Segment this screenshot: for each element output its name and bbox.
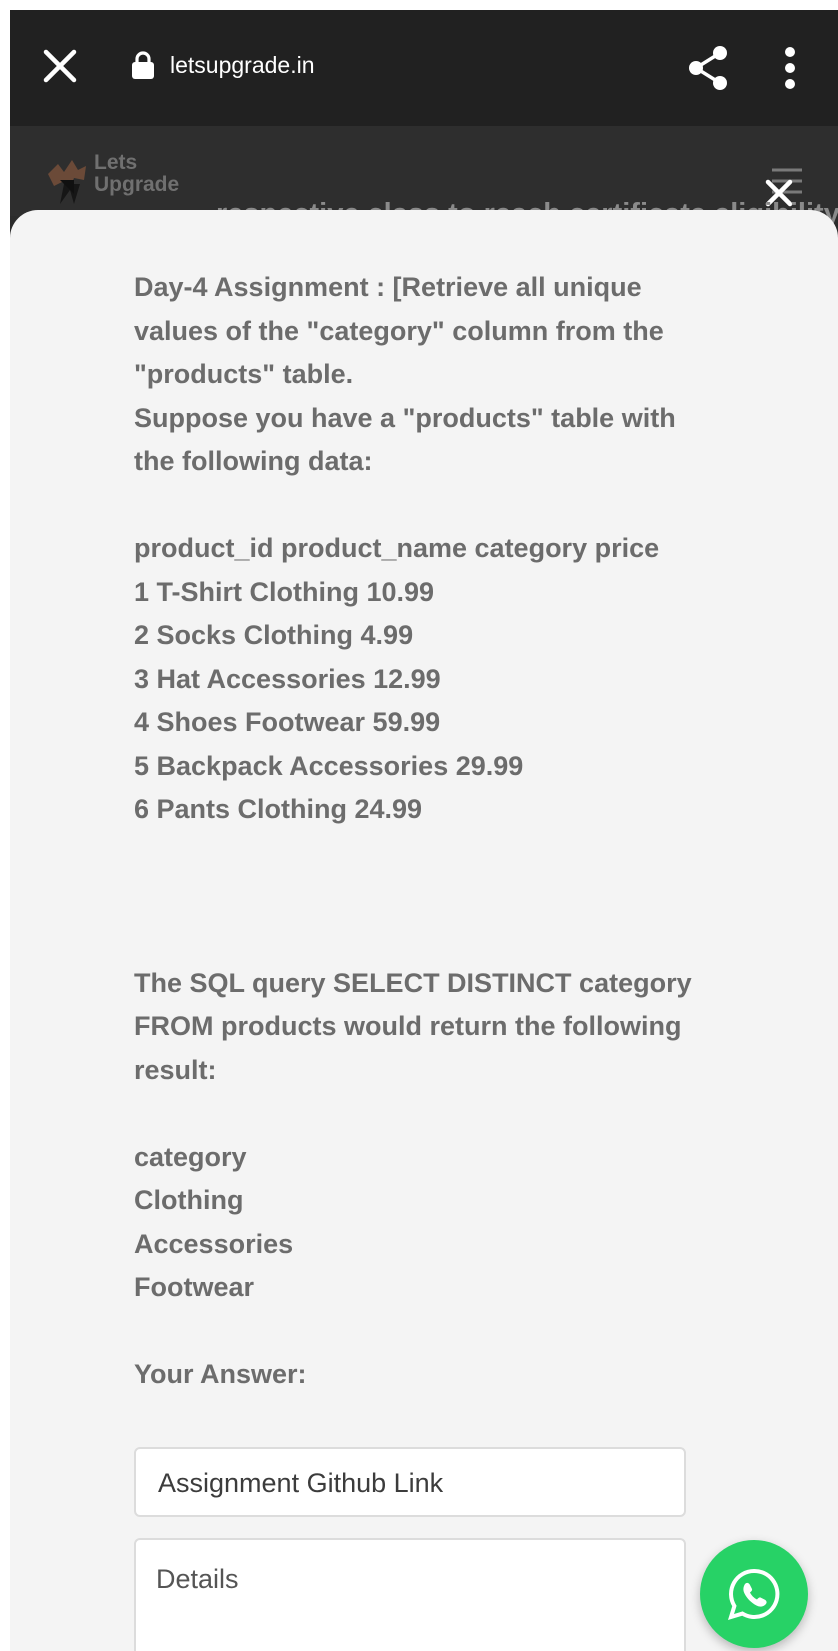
intro-line: Day-4 Assignment : [Retrieve all unique: [134, 272, 642, 302]
result-line: Clothing: [134, 1185, 244, 1215]
answer-label: Your Answer:: [134, 1359, 307, 1389]
share-icon[interactable]: [686, 44, 730, 92]
site-header: Lets Upgrade respective class to reach c…: [10, 126, 838, 230]
whatsapp-icon: [727, 1568, 780, 1620]
result-line: category: [134, 1141, 247, 1172]
close-icon[interactable]: [40, 46, 80, 86]
table-row: 3 Hat Accessories 12.99: [134, 663, 441, 694]
query-line: result:: [134, 1054, 217, 1085]
details-textarea[interactable]: Details: [134, 1538, 686, 1651]
table-row: 6 Pants Clothing 24.99: [134, 794, 423, 824]
assignment-content: Day-4 Assignment : [Retrieve all unique …: [134, 266, 714, 1397]
query-line: FROM products would return the following: [134, 1011, 682, 1041]
logo-text: Lets Upgrade: [94, 151, 180, 196]
table-row: 2 Socks Clothing 4.99: [134, 620, 414, 650]
more-vertical-icon[interactable]: [780, 44, 800, 92]
logo-icon: [48, 160, 88, 204]
github-link-input[interactable]: Assignment Github Link: [134, 1447, 686, 1517]
table-row: 1 T-Shirt Clothing 10.99: [134, 576, 435, 607]
url-text[interactable]: letsupgrade.in: [170, 52, 315, 79]
assignment-modal: Day-4 Assignment : [Retrieve all unique …: [10, 210, 838, 1651]
intro-line: the following data:: [134, 446, 373, 476]
intro-line: Suppose you have a "products" table with: [134, 402, 676, 433]
result-line: Accessories: [134, 1228, 294, 1259]
browser-toolbar: letsupgrade.in: [10, 10, 838, 126]
table-row: 4 Shoes Footwear 59.99: [134, 707, 441, 737]
result-line: Footwear: [134, 1272, 255, 1302]
lock-icon: [132, 51, 154, 79]
intro-line: values of the "category" column from the: [134, 315, 664, 346]
whatsapp-button[interactable]: [700, 1540, 808, 1648]
query-line: The SQL query SELECT DISTINCT category: [134, 967, 692, 998]
table-header: product_id product_name category price: [134, 533, 660, 563]
screen: letsupgrade.in Lets Upgrade respe: [10, 10, 838, 1651]
intro-line: "products" table.: [134, 359, 354, 389]
table-row: 5 Backpack Accessories 29.99: [134, 750, 524, 781]
